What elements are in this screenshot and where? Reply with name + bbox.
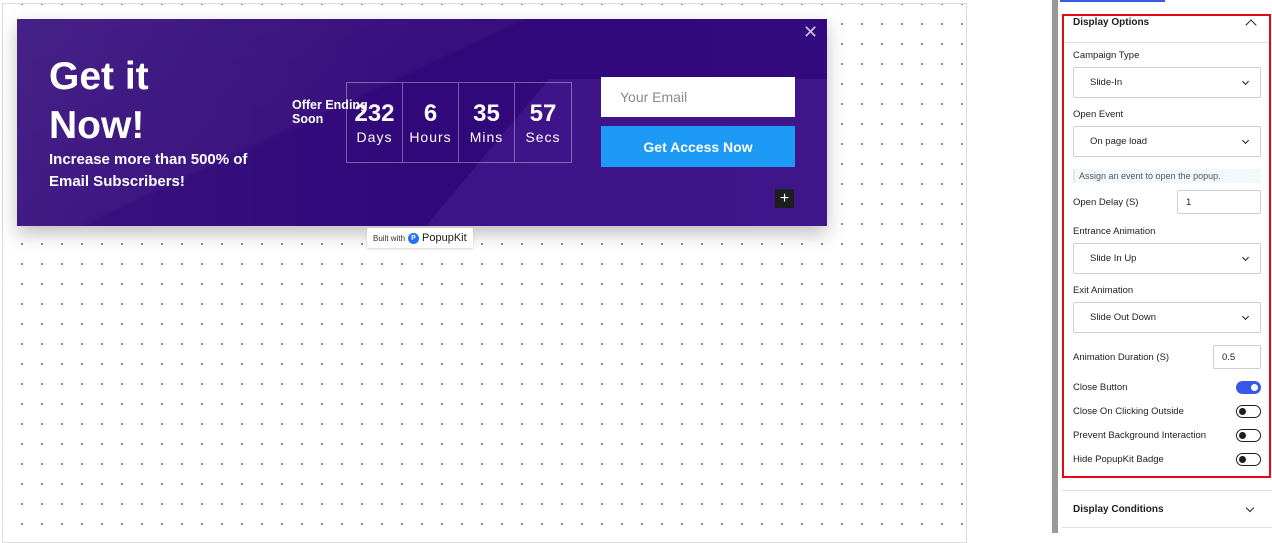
toggle-knob — [1239, 431, 1246, 439]
open-delay-label: Open Delay (S) — [1073, 197, 1139, 208]
email-field[interactable] — [601, 77, 795, 117]
popupkit-badge[interactable]: Built with P PopupKit — [367, 228, 473, 248]
popup-subheading: Increase more than 500% of Email Subscri… — [49, 151, 248, 190]
countdown-unit: Hours — [409, 129, 452, 145]
animation-duration-label: Animation Duration (S) — [1073, 352, 1170, 363]
get-access-button[interactable]: Get Access Now — [601, 126, 795, 167]
chevron-down-icon — [1241, 312, 1250, 321]
countdown-timer: 232 Days 6 Hours 35 Mins 57 Secs — [346, 82, 572, 163]
close-button-toggle[interactable] — [1236, 381, 1261, 394]
chevron-down-icon — [1241, 136, 1250, 145]
entrance-animation-label: Entrance Animation — [1073, 226, 1156, 237]
campaign-type-label: Campaign Type — [1073, 50, 1140, 61]
plus-icon[interactable]: + — [775, 189, 794, 208]
editor-canvas-area: Get it Now! Increase more than 500% of E… — [0, 0, 1052, 543]
campaign-type-select[interactable]: Slide-In — [1073, 67, 1261, 98]
active-tab-indicator — [1060, 0, 1165, 2]
close-button-label: Close Button — [1073, 382, 1128, 393]
countdown-unit: Secs — [525, 129, 561, 145]
exit-animation-value: Slide Out Down — [1090, 312, 1157, 323]
chevron-down-icon — [1241, 253, 1250, 262]
toggle-knob — [1239, 455, 1246, 463]
badge-brand: PopupKit — [422, 232, 467, 244]
display-options-title[interactable]: Display Options — [1073, 17, 1149, 28]
display-conditions-title[interactable]: Display Conditions — [1073, 504, 1164, 515]
chevron-down-icon — [1241, 77, 1250, 86]
countdown-secs: 57 Secs — [515, 83, 571, 162]
open-event-value: On page load — [1090, 136, 1148, 147]
entrance-animation-value: Slide In Up — [1090, 253, 1137, 264]
open-event-help: Assign an event to open the popup. — [1073, 169, 1261, 183]
toggle-knob — [1251, 383, 1258, 391]
toggle-knob — [1239, 407, 1246, 415]
close-icon[interactable]: ✕ — [803, 23, 818, 41]
slide-in-popup[interactable]: Get it Now! Increase more than 500% of E… — [17, 19, 827, 226]
countdown-value: 35 — [473, 100, 500, 127]
countdown-hours: 6 Hours — [403, 83, 459, 162]
countdown-mins: 35 Mins — [459, 83, 515, 162]
popup-heading: Get it Now! — [49, 55, 149, 147]
divider — [1062, 527, 1272, 528]
prevent-bg-interaction-toggle[interactable] — [1236, 429, 1261, 442]
countdown-value: 232 — [354, 100, 395, 127]
divider — [1062, 490, 1272, 491]
animation-duration-input[interactable] — [1213, 345, 1261, 369]
popupkit-logo-icon: P — [408, 232, 420, 244]
entrance-animation-select[interactable]: Slide In Up — [1073, 243, 1261, 274]
countdown-unit: Days — [356, 129, 393, 145]
exit-animation-label: Exit Animation — [1073, 285, 1134, 296]
countdown-value: 6 — [423, 100, 438, 127]
badge-prefix: Built with — [373, 233, 406, 243]
divider — [1064, 42, 1269, 43]
close-outside-toggle[interactable] — [1236, 405, 1261, 418]
open-event-label: Open Event — [1073, 109, 1124, 120]
exit-animation-select[interactable]: Slide Out Down — [1073, 302, 1261, 333]
hide-badge-toggle[interactable] — [1236, 453, 1261, 466]
open-event-select[interactable]: On page load — [1073, 126, 1261, 157]
open-delay-input[interactable] — [1177, 190, 1261, 214]
hide-badge-label: Hide PopupKit Badge — [1073, 454, 1164, 465]
countdown-days: 232 Days — [347, 83, 403, 162]
countdown-unit: Mins — [469, 129, 504, 145]
close-outside-label: Close On Clicking Outside — [1073, 406, 1184, 417]
prevent-bg-interaction-label: Prevent Background Interaction — [1073, 430, 1207, 441]
countdown-value: 57 — [529, 100, 557, 127]
campaign-type-value: Slide-In — [1090, 77, 1123, 88]
